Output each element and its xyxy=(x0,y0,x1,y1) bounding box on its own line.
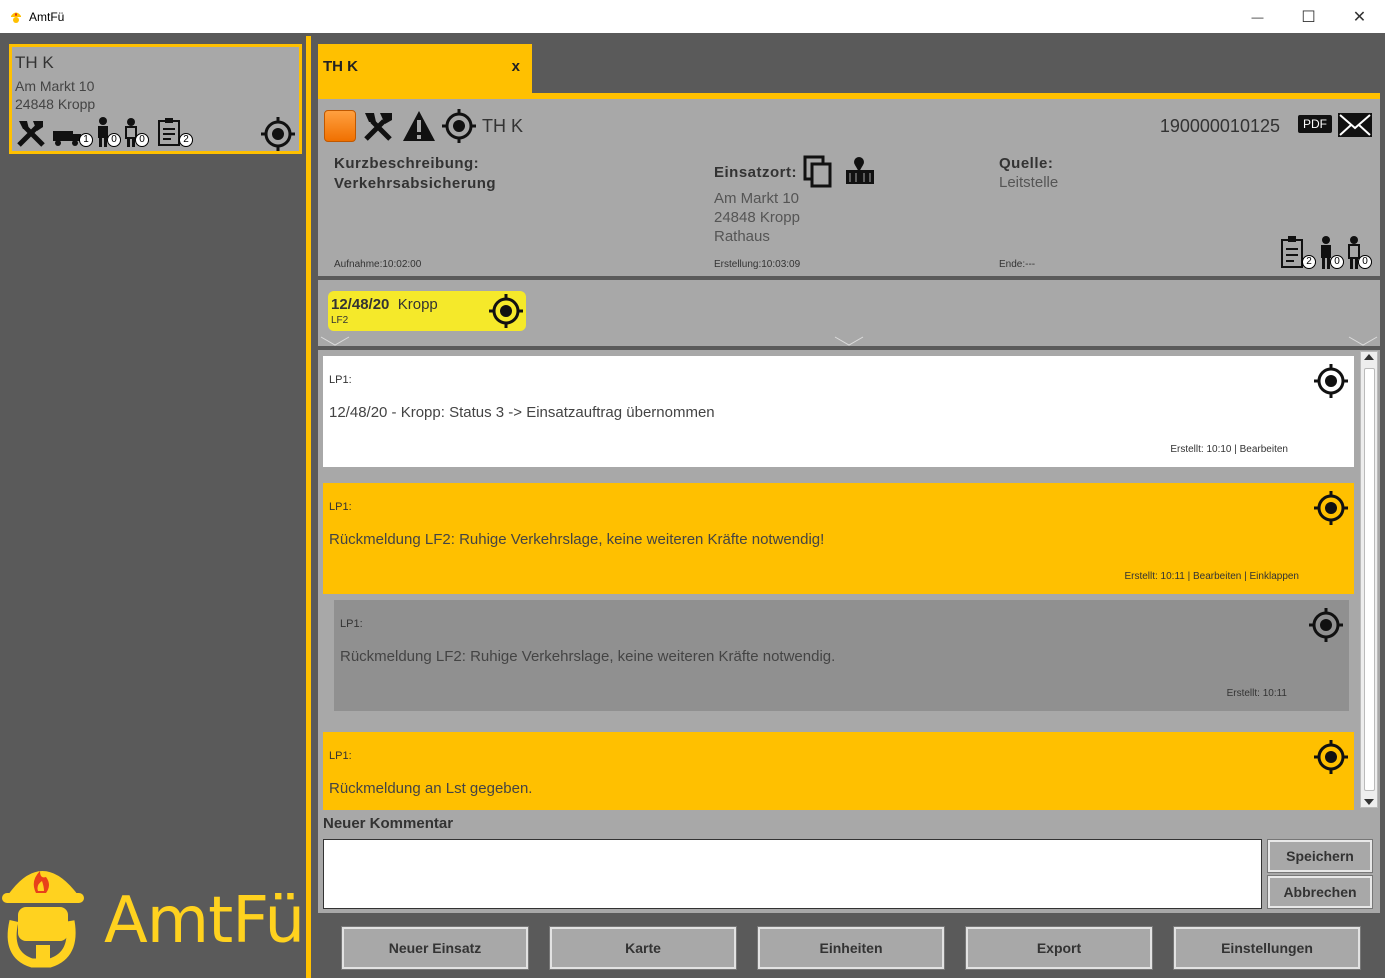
vehicle-count-badge: 1 xyxy=(79,133,93,147)
message-author: LP1: xyxy=(329,501,352,513)
new-incident-button[interactable]: Neuer Einsatz xyxy=(341,926,529,970)
message-author: LP1: xyxy=(340,618,363,630)
person-count-badge: 0 xyxy=(1330,255,1344,269)
target-icon[interactable] xyxy=(1314,491,1348,525)
card-address-city: 24848 Kropp xyxy=(15,96,96,112)
message-item: LP1: 12/48/20 - Kropp: Status 3 -> Einsa… xyxy=(323,356,1354,467)
target-icon[interactable] xyxy=(442,109,476,143)
message-text: Rückmeldung LF2: Ruhige Verkehrslage, ke… xyxy=(340,648,836,665)
close-icon: ✕ xyxy=(1352,8,1367,26)
tab-incident[interactable]: TH K x xyxy=(318,44,532,94)
card-title: TH K xyxy=(15,53,54,72)
left-pane xyxy=(0,33,308,978)
message-meta: Erstellt: 10:11 xyxy=(1226,688,1287,699)
scroll-up-icon[interactable] xyxy=(1364,354,1374,360)
firefighter-count-badge: 0 xyxy=(135,133,149,147)
save-button[interactable]: Speichern xyxy=(1267,839,1373,873)
scroll-down-icon[interactable] xyxy=(1364,799,1374,805)
target-icon[interactable] xyxy=(1314,740,1348,774)
app-icon xyxy=(11,12,21,23)
quelle-value: Leitstelle xyxy=(999,174,1059,191)
target-icon[interactable] xyxy=(1314,364,1348,398)
chevron-down-icon[interactable] xyxy=(834,336,864,346)
incident-title: TH K xyxy=(482,115,524,136)
minimize-button[interactable]: — xyxy=(1232,0,1283,33)
einsatzort-label: Einsatzort: xyxy=(714,164,798,181)
unit-name: 12/48/20 Kropp xyxy=(331,296,438,313)
erstellung-time: Erstellung:10:03:09 xyxy=(714,259,801,270)
tab-close-button[interactable]: x xyxy=(512,58,520,75)
status-square-icon xyxy=(324,110,356,142)
clipboard-count-badge: 2 xyxy=(1302,255,1316,269)
close-window-button[interactable]: ✕ xyxy=(1334,0,1385,33)
einsatzort-street: Am Markt 10 xyxy=(714,190,800,207)
tools-icon xyxy=(364,113,392,141)
tab-label: TH K xyxy=(323,58,358,75)
pdf-button[interactable]: PDF xyxy=(1298,115,1332,133)
kurzbeschreibung-label: Kurzbeschreibung: xyxy=(334,155,480,172)
logo-text: AmtFü xyxy=(104,884,305,958)
cancel-button[interactable]: Abbrechen xyxy=(1267,875,1373,909)
window-title: AmtFü xyxy=(29,9,65,24)
message-item-nested: LP1: Rückmeldung LF2: Ruhige Verkehrslag… xyxy=(334,600,1349,711)
message-author: LP1: xyxy=(329,750,352,762)
units-button[interactable]: Einheiten xyxy=(757,926,945,970)
unit-callsign: 12/48/20 xyxy=(331,296,390,313)
maximize-button[interactable]: ☐ xyxy=(1283,0,1334,33)
unit-bar: 12/48/20 Kropp LF2 xyxy=(318,280,1380,346)
target-icon[interactable] xyxy=(489,294,523,328)
incident-number: 190000010125 xyxy=(1159,116,1280,136)
incident-header: TH K 190000010125 PDF Kurzbeschreibung: … xyxy=(318,99,1380,276)
ende-time: Ende:--- xyxy=(999,259,1036,270)
chevron-down-icon[interactable] xyxy=(1348,336,1378,346)
message-feed: LP1: 12/48/20 - Kropp: Status 3 -> Einsa… xyxy=(318,350,1380,812)
clipboard-count-badge: 2 xyxy=(179,133,193,147)
incident-card[interactable]: TH K Am Markt 10 24848 Kropp 1 0 0 2 xyxy=(9,44,302,154)
copy-icon[interactable] xyxy=(803,155,833,189)
message-item: LP1: Rückmeldung LF2: Ruhige Verkehrslag… xyxy=(323,483,1354,594)
target-icon[interactable] xyxy=(261,117,295,151)
scrollbar-thumb[interactable] xyxy=(1364,368,1375,791)
vehicle-icon xyxy=(53,131,81,146)
tools-icon xyxy=(17,121,45,147)
minimize-icon: — xyxy=(1251,9,1264,24)
message-item: LP1: Rückmeldung an Lst gegeben. xyxy=(323,732,1354,810)
unit-location: Kropp xyxy=(397,296,438,313)
export-button[interactable]: Export xyxy=(965,926,1153,970)
message-author: LP1: xyxy=(329,374,352,386)
target-icon[interactable] xyxy=(1309,608,1343,642)
new-comment-label: Neuer Kommentar xyxy=(323,815,454,832)
warning-icon xyxy=(403,111,435,141)
aufnahme-time: Aufnahme:10:02:00 xyxy=(334,259,422,270)
feed-scrollbar[interactable] xyxy=(1360,351,1378,808)
message-text: 12/48/20 - Kropp: Status 3 -> Einsatzauf… xyxy=(329,404,715,421)
map-button[interactable]: Karte xyxy=(549,926,737,970)
quelle-label: Quelle: xyxy=(999,155,1054,172)
person-count-badge: 0 xyxy=(107,133,121,147)
chevron-down-icon[interactable] xyxy=(320,336,350,346)
einsatzort-city: 24848 Kropp xyxy=(714,209,800,226)
kurzbeschreibung-value: Verkehrsabsicherung xyxy=(334,175,497,192)
map-location-icon[interactable] xyxy=(844,156,876,186)
unit-type: LF2 xyxy=(331,315,349,326)
message-text: Rückmeldung an Lst gegeben. xyxy=(329,780,533,797)
message-meta[interactable]: Erstellt: 10:11 | Bearbeiten | Einklappe… xyxy=(1124,571,1299,582)
title-bar: AmtFü — ☐ ✕ xyxy=(0,0,1385,33)
comment-input[interactable] xyxy=(323,839,1262,909)
settings-button[interactable]: Einstellungen xyxy=(1173,926,1361,970)
message-text: Rückmeldung LF2: Ruhige Verkehrslage, ke… xyxy=(329,531,825,548)
mail-icon[interactable] xyxy=(1338,113,1372,137)
unit-chip[interactable]: 12/48/20 Kropp LF2 xyxy=(328,291,526,331)
maximize-icon: ☐ xyxy=(1301,8,1316,26)
card-address-street: Am Markt 10 xyxy=(15,78,95,94)
message-meta[interactable]: Erstellt: 10:10 | Bearbeiten xyxy=(1170,444,1288,455)
firefighter-count-badge: 0 xyxy=(1358,255,1372,269)
einsatzort-object: Rathaus xyxy=(714,228,770,245)
